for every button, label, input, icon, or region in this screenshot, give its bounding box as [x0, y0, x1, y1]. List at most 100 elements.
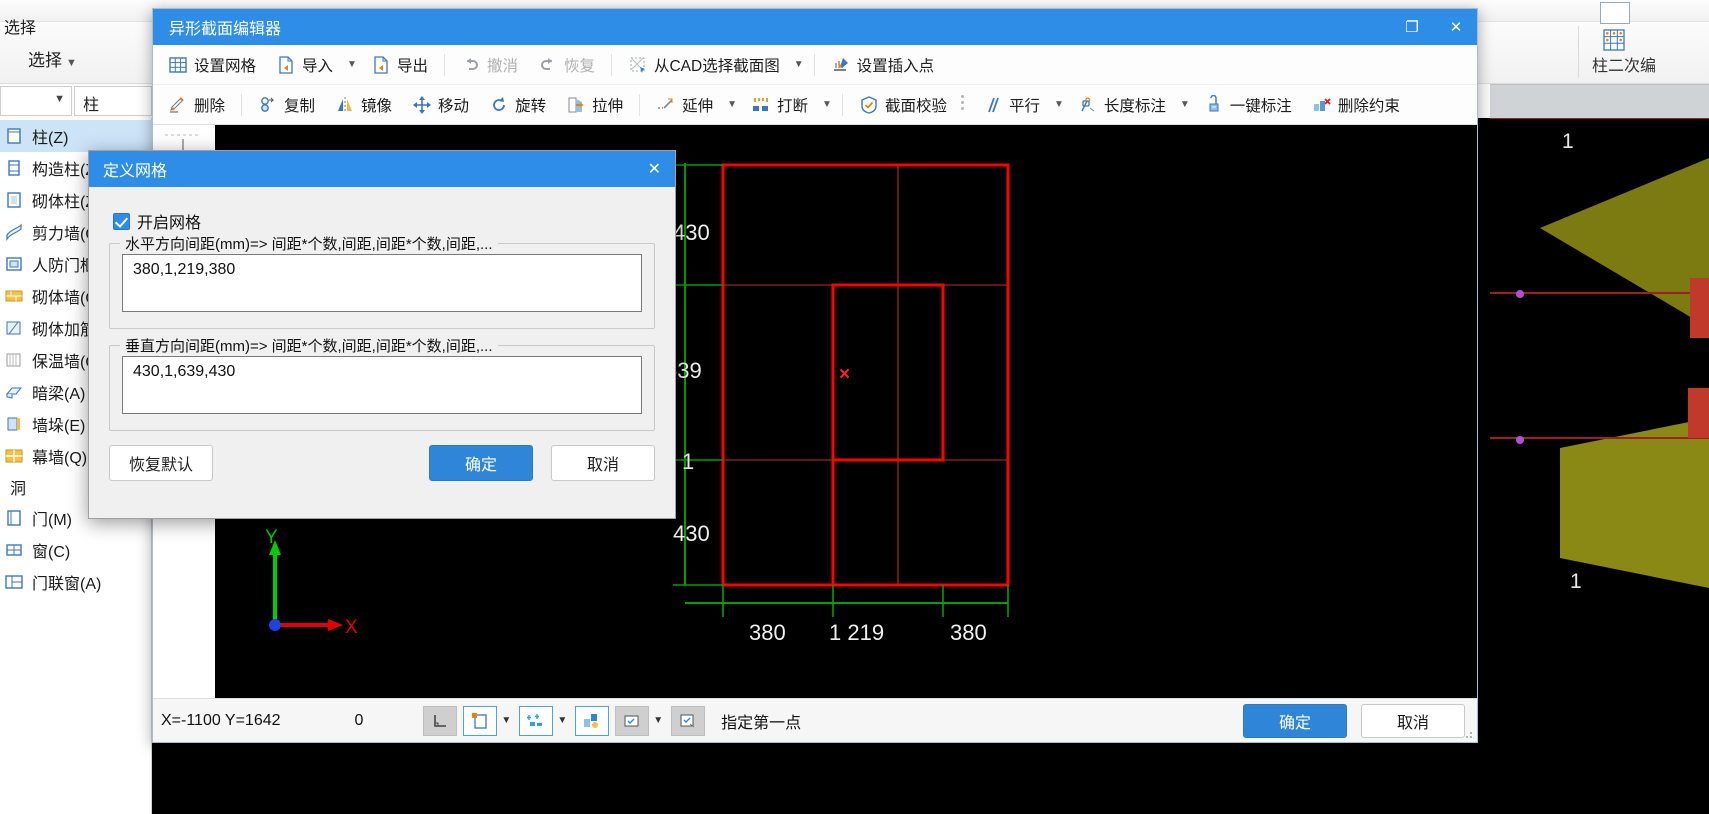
parallel-icon — [983, 95, 1003, 115]
structural-column-icon — [4, 158, 24, 178]
checkbox-checked-icon[interactable] — [113, 212, 130, 230]
command-hint: 指定第一点 — [721, 714, 802, 732]
chevron-down-icon[interactable]: ▼ — [653, 715, 663, 726]
dialog-footer: 恢复默认 确定 取消 — [89, 445, 675, 481]
toolbar-button-label: 移动 — [438, 97, 470, 115]
maximize-icon[interactable]: ❐ — [1399, 18, 1425, 36]
restore-default-button[interactable]: 恢复默认 — [109, 445, 213, 481]
toolbar-button-设置插入点[interactable]: 设置插入点 — [822, 50, 944, 80]
dynamic-input-icon — [622, 711, 642, 731]
editor-status-bar: X=-1100 Y=1642 0 ▼ ▼ ▼ 指定第一点 确定 取消 — [153, 698, 1477, 742]
undo-icon — [461, 55, 481, 75]
grid-tool-icon[interactable] — [1600, 28, 1630, 54]
curtain-wall-icon — [4, 446, 24, 466]
sidebar-item-门联窗(A)[interactable]: 门联窗(A) — [0, 566, 152, 598]
grid-snap-icon[interactable] — [671, 705, 706, 736]
sidebar-item-label: 人防门框 — [32, 258, 97, 275]
close-icon[interactable]: ✕ — [1443, 18, 1469, 36]
sidebar-item-窗(C)[interactable]: 窗(C) — [0, 534, 152, 566]
chevron-down-icon[interactable]: ▼ — [501, 715, 511, 726]
chevron-down-icon[interactable]: ▼ — [557, 715, 567, 726]
toolbar-button-label: 复制 — [284, 97, 316, 115]
toolbar-button-打断[interactable]: 打断 — [742, 90, 817, 120]
door-icon — [4, 508, 24, 528]
sidebar-item-柱(Z)[interactable]: 柱(Z) — [0, 120, 152, 152]
toolbar-separator — [841, 93, 843, 116]
vertical-spacing-input[interactable]: 430,1,639,430 — [122, 356, 642, 414]
background-element-combo[interactable]: 柱 — [74, 86, 152, 116]
hidden-beam-icon — [4, 382, 24, 402]
resize-grip-icon[interactable] — [1462, 728, 1474, 740]
editor-cancel-button[interactable]: 取消 — [1361, 703, 1465, 738]
svg-text:1: 1 — [1562, 130, 1574, 153]
ortho-icon[interactable] — [423, 705, 458, 736]
door-frame-icon — [4, 254, 24, 274]
chevron-down-icon[interactable]: ▼ — [819, 99, 835, 110]
chevron-down-icon[interactable]: ▼ — [724, 99, 740, 110]
toolbar-separator — [610, 53, 612, 76]
toolbar-button-label: 撤消 — [486, 57, 518, 75]
toolbar-separator — [443, 53, 445, 76]
chevron-down-icon[interactable]: ▼ — [344, 59, 360, 70]
chevron-down-icon[interactable]: ▼ — [791, 59, 807, 70]
enable-grid-label: 开启网格 — [137, 215, 202, 232]
toolbar-button-镜像[interactable]: 镜像 — [326, 90, 401, 120]
one-key-dim-icon — [1204, 94, 1224, 115]
chevron-down-icon[interactable]: ▼ — [1051, 99, 1067, 110]
toolbar-button-label: 拉伸 — [592, 97, 624, 115]
polar-tracking-icon[interactable] — [575, 705, 610, 736]
close-icon[interactable]: ✕ — [648, 159, 661, 179]
toolbar-button-label: 打断 — [777, 97, 809, 115]
toolbar-button-移动[interactable]: 移动 — [403, 90, 478, 120]
dialog-ok-button[interactable]: 确定 — [429, 445, 533, 481]
dialog-cancel-button[interactable]: 取消 — [551, 445, 655, 481]
toolbar-button-label: 平行 — [1008, 97, 1040, 115]
toolbar-button-label: 镜像 — [361, 97, 393, 115]
sidebar-item-label: 门(M) — [32, 512, 72, 529]
toolbar-button-旋转[interactable]: 旋转 — [480, 90, 555, 120]
coordinate-readout: X=-1100 Y=1642 — [161, 711, 281, 729]
object-snap-icon — [470, 711, 490, 731]
toolbar-button-设置网格[interactable]: 设置网格 — [159, 50, 265, 80]
sidebar-item-label: 洞 — [10, 481, 27, 498]
point-snap-icon[interactable] — [519, 705, 554, 736]
sidebar-item-label: 幕墙(Q) — [32, 450, 88, 467]
vertical-spacing-group: 垂直方向间距(mm)=> 间距*个数,间距,间距*个数,间距,... 430,1… — [109, 335, 655, 431]
toolbar-button-截面校验[interactable]: 截面校验 — [850, 90, 956, 120]
toolbar-button-导入[interactable]: 导入 — [267, 50, 342, 80]
masonry-wall-icon — [4, 286, 24, 306]
editor-toolbar-row-1: 设置网格 导入 ▼ 导出 撤消 恢复 从CAD选择截面图 ▼ 设置插入点 — [153, 45, 1477, 85]
background-select-dropdown[interactable]: 选择 ▼ — [28, 46, 77, 71]
background-right-tool-1[interactable] — [1600, 2, 1630, 24]
dialog-title-text: 定义网格 — [103, 163, 168, 180]
dimension-horizontal-3: 380 — [950, 620, 987, 645]
editor-title-bar: 异形截面编辑器 ❐ ✕ — [153, 9, 1477, 45]
enable-grid-checkbox[interactable]: 开启网格 — [113, 209, 655, 233]
toolbar-button-删除约束[interactable]: 删除约束 — [1303, 90, 1409, 120]
chevron-down-icon[interactable]: ▼ — [1177, 99, 1193, 110]
delete-icon — [168, 95, 188, 115]
toolbar-grip[interactable] — [960, 93, 966, 117]
dynamic-input-icon[interactable] — [615, 705, 650, 736]
toolbar-button-从CAD选择截面图[interactable]: 从CAD选择截面图 — [619, 50, 789, 80]
toolbar-button-复制[interactable]: 复制 — [249, 90, 324, 120]
angle-readout: 0 — [354, 711, 364, 729]
export-icon — [371, 55, 391, 75]
delete-constraint-icon — [1312, 95, 1332, 115]
chevron-down-icon: ▼ — [66, 57, 77, 69]
toolbar-button-label: 从CAD选择截面图 — [653, 57, 780, 75]
editor-ok-button[interactable]: 确定 — [1243, 703, 1347, 738]
toolbar-button-删除[interactable]: 删除 — [159, 90, 234, 120]
toolbar-button-拉伸[interactable]: 拉伸 — [557, 90, 632, 120]
toolbar-button-label: 设置插入点 — [856, 57, 935, 75]
toolbar-button-导出[interactable]: 导出 — [362, 50, 437, 80]
background-type-combo[interactable]: ▼ — [0, 86, 72, 116]
toolbar-button-长度标注[interactable]: 长度标注 — [1069, 90, 1175, 120]
object-snap-icon[interactable] — [463, 705, 498, 736]
toolbar-button-平行[interactable]: 平行 — [974, 90, 1049, 120]
toolbar-button-延伸[interactable]: 延伸 — [647, 90, 722, 120]
dimension-horizontal-2: 1 219 — [829, 620, 885, 645]
toolbar-separator — [639, 93, 641, 116]
horizontal-spacing-input[interactable]: 380,1,219,380 — [122, 254, 642, 312]
toolbar-button-一键标注[interactable]: 一键标注 — [1195, 90, 1301, 120]
